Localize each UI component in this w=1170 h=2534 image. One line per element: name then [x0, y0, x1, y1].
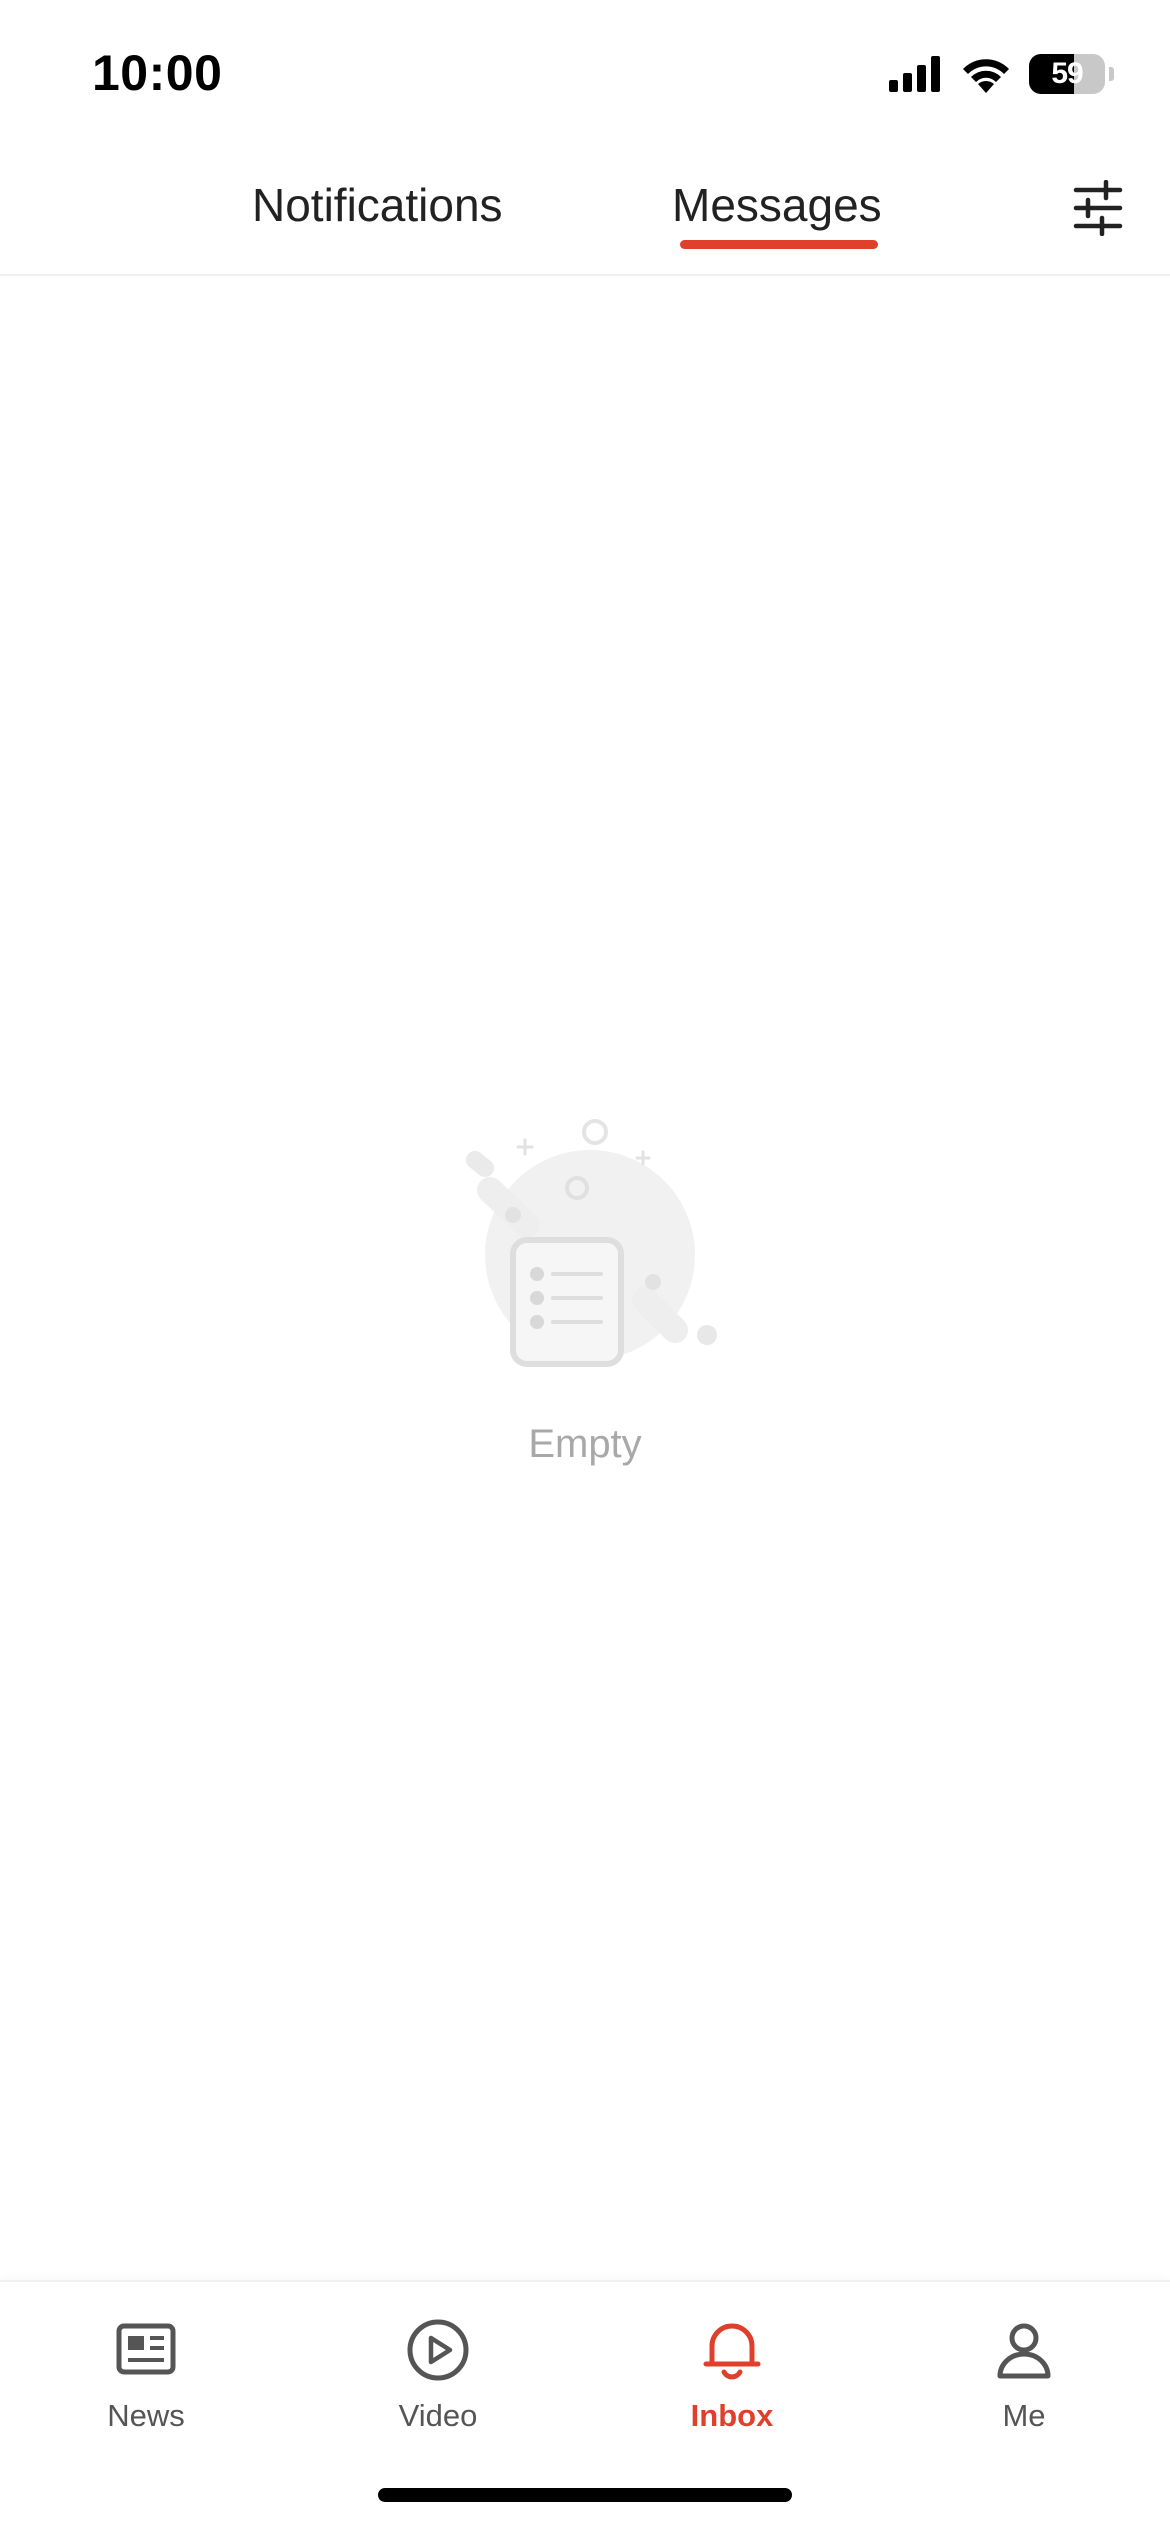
newspaper-icon: [116, 2323, 176, 2375]
empty-label: Empty: [528, 1422, 642, 1466]
bell-icon: [703, 2323, 761, 2380]
nav-item-video[interactable]: Video: [338, 2316, 538, 2434]
sliders-icon[interactable]: [1070, 180, 1126, 236]
nav-label-me: Me: [1002, 2398, 1046, 2433]
inbox-header: Notifications Messages: [0, 140, 1170, 276]
empty-state: Empty: [0, 1110, 1170, 1467]
nav-item-inbox[interactable]: Inbox: [632, 2316, 832, 2434]
battery-percentage: 59: [1051, 57, 1083, 90]
battery-icon: 59: [1029, 54, 1105, 94]
tab-notifications[interactable]: Notifications: [252, 178, 503, 232]
nav-label-video: Video: [398, 2398, 478, 2433]
cellular-signal-icon: [889, 56, 940, 92]
play-circle-icon: [407, 2319, 469, 2381]
nav-label-inbox: Inbox: [690, 2398, 774, 2433]
nav-label-news: News: [107, 2398, 185, 2433]
nav-item-me[interactable]: Me: [924, 2316, 1124, 2434]
status-indicators: 59: [889, 50, 1114, 98]
empty-list-illustration: [466, 1119, 717, 1367]
tab-messages[interactable]: Messages: [672, 178, 882, 232]
nav-item-news[interactable]: News: [46, 2316, 246, 2434]
person-icon: [997, 2323, 1051, 2379]
battery-tip: [1109, 67, 1114, 81]
status-bar: 10:00 59: [0, 0, 1170, 140]
home-indicator[interactable]: [378, 2488, 792, 2502]
status-time: 10:00: [92, 45, 223, 101]
active-tab-indicator: [680, 240, 878, 249]
wifi-icon: [963, 59, 1009, 93]
